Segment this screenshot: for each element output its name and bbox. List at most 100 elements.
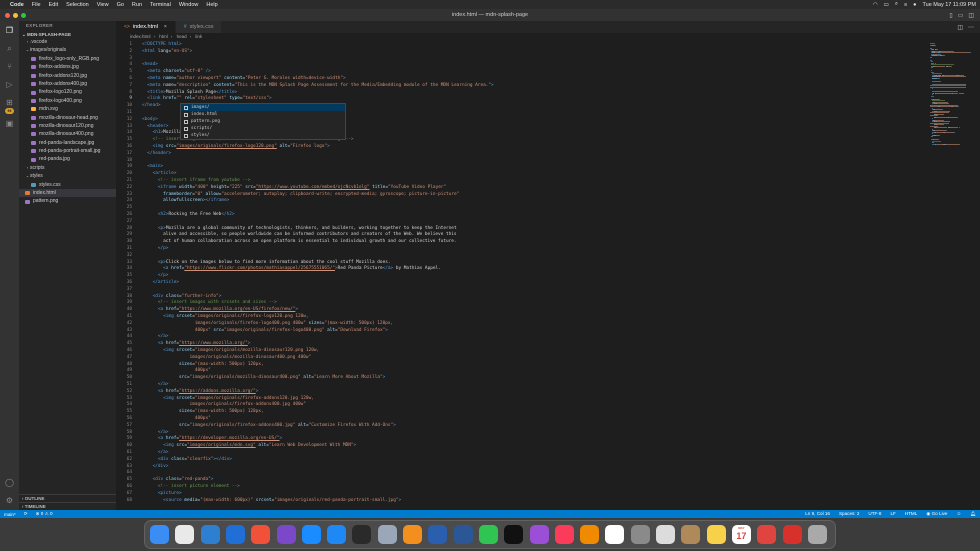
code-line[interactable]: 46 <img srcset="images/originals/mozilla… <box>116 348 928 355</box>
code-line[interactable]: 41 <img srcset="images/originals/firefox… <box>116 314 928 321</box>
remote-explorer-icon[interactable]: ▣ <box>4 118 15 129</box>
tree-file[interactable]: firefox-addons.jpg <box>19 63 116 71</box>
code-line[interactable]: 17 </header> <box>116 151 928 158</box>
menu-help[interactable]: Help <box>206 2 217 8</box>
code-line[interactable]: 19 <main> <box>116 164 928 171</box>
code-line[interactable]: 40 <a href="https://www.mozilla.org/en-U… <box>116 307 928 314</box>
breadcrumb-file[interactable]: index.html <box>130 34 151 39</box>
code-line[interactable]: 26 <h2>Rocking the Free Web</h2> <box>116 212 928 219</box>
tree-file[interactable]: firefox_logo-only_RGB.png <box>19 55 116 63</box>
code-line[interactable]: 7 <meta name="description" content="This… <box>116 83 928 90</box>
menu-view[interactable]: View <box>97 2 109 8</box>
tree-file[interactable]: pattern.png <box>19 197 116 205</box>
tree-file[interactable]: mozilla-dinosaur400.png <box>19 130 116 138</box>
tree-file[interactable]: styles.css <box>19 181 116 189</box>
tree-file[interactable]: mozilla-dinosaur-head.png <box>19 114 116 122</box>
menu-file[interactable]: File <box>32 2 41 8</box>
code-line[interactable]: 1 <!DOCTYPE html> <box>116 42 928 49</box>
tree-folder[interactable]: › scripts <box>19 164 116 172</box>
feedback-icon[interactable]: ☺ <box>956 511 961 517</box>
code-line[interactable]: 50 src="images/originals/mozilla-dinosau… <box>116 375 928 382</box>
tree-file[interactable]: red-panda.jpg <box>19 155 116 163</box>
code-line[interactable]: 37 <box>116 287 928 294</box>
code-line[interactable]: 2 <html lang="en-US"> <box>116 49 928 56</box>
wifi-icon[interactable]: ◠ <box>873 2 878 8</box>
cursor-position[interactable]: Ln 9, Col 16 <box>805 511 830 517</box>
suggestion-item[interactable]: index.html <box>181 111 345 118</box>
menu-selection[interactable]: Selection <box>66 2 89 8</box>
sync-icon[interactable]: ⟳ <box>24 511 28 517</box>
github-desktop-icon[interactable] <box>276 525 296 544</box>
breadcrumb-html[interactable]: html <box>159 34 168 39</box>
menu-window[interactable]: Window <box>179 2 199 8</box>
xcode-icon[interactable] <box>225 525 245 544</box>
calendar-icon[interactable]: MAY 17 <box>731 525 751 544</box>
terminal-icon[interactable] <box>352 525 372 544</box>
slack-icon[interactable] <box>757 525 777 544</box>
breadcrumb-head[interactable]: head <box>177 34 187 39</box>
code-line[interactable]: 6 <meta name="author viewport" content="… <box>116 76 928 83</box>
search-icon[interactable]: ⌕ <box>4 43 15 54</box>
code-line[interactable]: 42 images/originals/firefox-logo400.png … <box>116 321 928 328</box>
code-line[interactable]: 62 <div class="clearfix"></div> <box>116 457 928 464</box>
siri-icon[interactable]: ● <box>913 2 916 8</box>
safari-icon[interactable] <box>301 525 321 544</box>
swift-icon[interactable] <box>251 525 271 544</box>
source-control-icon[interactable]: ⑂ <box>4 61 15 72</box>
code-line[interactable]: 68 <source media="(max-width: 600px)" sr… <box>116 498 928 505</box>
code-line[interactable]: 65 <div class="red-panda"> <box>116 477 928 484</box>
outline-section[interactable]: › OUTLINE <box>19 494 116 502</box>
chrome-icon[interactable] <box>175 525 195 544</box>
code-line[interactable]: 24 allowfullscreen></iframe> <box>116 198 928 205</box>
more-actions-icon[interactable]: ⋯ <box>968 24 974 31</box>
problems-indicator[interactable]: ⊗ 0 ⚠ 0 <box>36 511 53 517</box>
vscode-icon[interactable] <box>200 525 220 544</box>
split-editor-icon[interactable]: ◫ <box>957 24 963 31</box>
code-line[interactable]: 51 </a> <box>116 382 928 389</box>
archive-icon[interactable] <box>681 525 701 544</box>
indentation[interactable]: Spaces: 2 <box>839 511 859 517</box>
code-line[interactable]: 3 <box>116 56 928 63</box>
suggestion-item[interactable]: scripts/ <box>181 125 345 132</box>
podcasts-icon[interactable] <box>529 525 549 544</box>
go-live-button[interactable]: ◉ Go Live <box>926 511 947 517</box>
code-line[interactable]: 35 </p> <box>116 273 928 280</box>
code-line[interactable]: 25 <box>116 205 928 212</box>
tree-file[interactable]: mdn.svg <box>19 105 116 113</box>
finder-icon[interactable] <box>150 525 169 544</box>
app-store-icon[interactable] <box>327 525 347 544</box>
menu-edit[interactable]: Edit <box>49 2 58 8</box>
code-line[interactable]: 20 <article> <box>116 171 928 178</box>
tv-icon[interactable] <box>504 525 524 544</box>
flow-icon[interactable] <box>782 525 802 544</box>
books-icon[interactable] <box>403 525 422 544</box>
code-line[interactable]: 63 </div> <box>116 464 928 471</box>
code-line[interactable]: 5 <meta charset="utf-8" /> <box>116 69 928 76</box>
notifications-icon[interactable]: 🔔︎ <box>970 511 976 517</box>
battery-icon[interactable]: ▭ <box>884 2 889 8</box>
run-debug-icon[interactable]: ▷ <box>4 79 15 90</box>
code-line[interactable]: 67 <picture> <box>116 491 928 498</box>
music-icon[interactable] <box>554 525 574 544</box>
vlc-icon[interactable] <box>580 525 600 544</box>
extensions-icon[interactable]: ⊞ <box>4 97 15 108</box>
breadcrumb-link[interactable]: link <box>195 34 202 39</box>
menu-terminal[interactable]: Terminal <box>150 2 171 8</box>
control-center-icon[interactable]: ≡ <box>904 2 907 8</box>
notes-icon[interactable] <box>706 525 726 544</box>
code-line[interactable]: 21 <!-- insert iframe from youtube --> <box>116 178 928 185</box>
tree-folder[interactable]: ⌄ images/originals <box>19 46 116 54</box>
code-line[interactable]: 52 <a href="https://addons.mozilla.org/"… <box>116 389 928 396</box>
chess-icon[interactable] <box>656 525 675 544</box>
code-line[interactable]: 18 <box>116 158 928 165</box>
tree-folder[interactable]: › .vscode <box>19 38 116 46</box>
account-icon[interactable]: ◯ <box>4 477 15 488</box>
code-line[interactable]: 23 frameborder="0" allow="accelerometer;… <box>116 192 928 199</box>
word-icon[interactable] <box>453 525 473 544</box>
menu-run[interactable]: Run <box>132 2 142 8</box>
code-line[interactable]: 55 sizes="(max-width: 500px) 120px, <box>116 409 928 416</box>
search-icon[interactable]: ⌕ <box>895 1 898 8</box>
suggestion-item[interactable]: styles/ <box>181 132 345 139</box>
code-line[interactable]: 57 src="images/originals/firefox-addons4… <box>116 423 928 430</box>
trash-icon[interactable] <box>807 525 827 544</box>
